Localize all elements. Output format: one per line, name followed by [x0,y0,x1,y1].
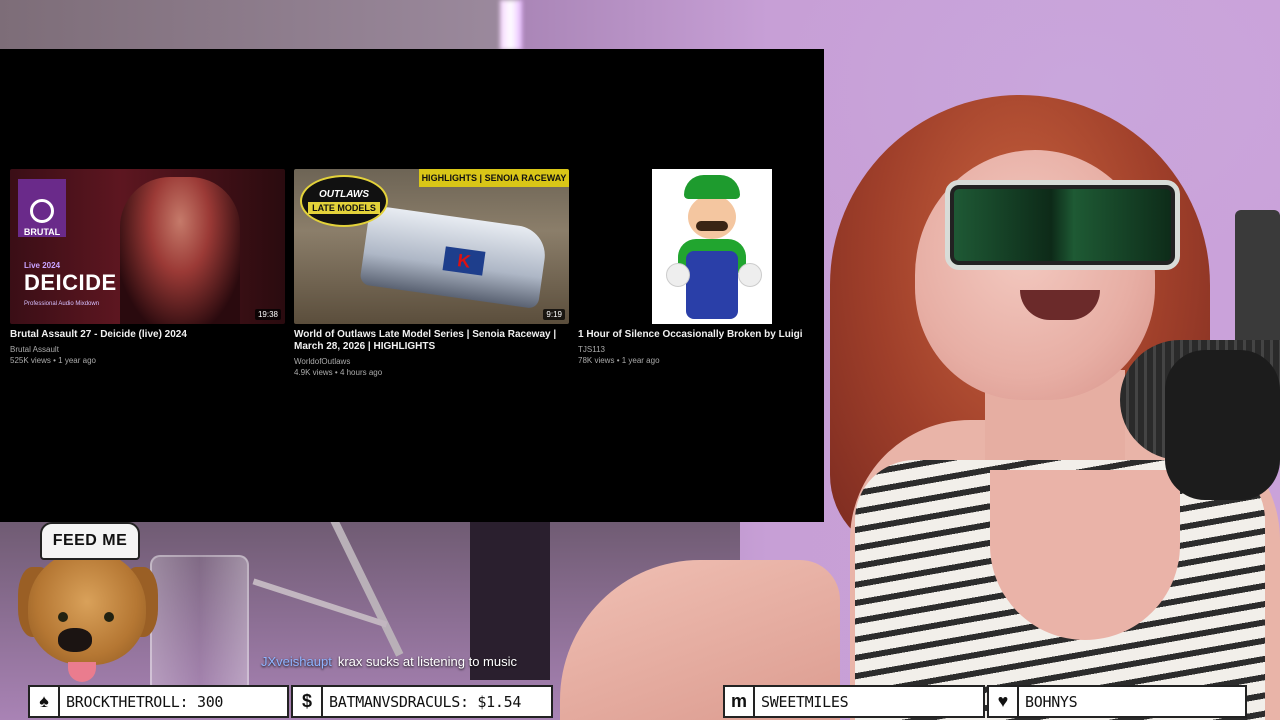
video-thumbnail[interactable]: BRUTAL Live 2024 DEICIDE Professional Au… [10,169,285,324]
video-card[interactable]: K HIGHLIGHTS | SENOIA RACEWAY OUTLAWS LA… [294,169,569,377]
luigi-overalls [686,251,738,319]
video-title[interactable]: 1 Hour of Silence Occasionally Broken by… [578,329,824,341]
dog-eye [58,612,68,622]
video-meta: 4.9K views • 4 hours ago [294,368,383,377]
video-channel[interactable]: Brutal Assault [10,345,285,354]
spade-icon: ♠ [30,687,60,716]
logo-text: BRUTAL [23,227,61,237]
video-title[interactable]: Brutal Assault 27 - Deicide (live) 2024 [10,329,285,341]
video-views: 78K views [578,356,615,365]
black-glove [1165,350,1280,500]
alert-bar-top-bits: ♠ BROCKTHETROLL: 300 [28,685,289,718]
badge-top: OUTLAWS [319,188,369,200]
video-channel[interactable]: TJS113 [578,345,824,354]
badge-bottom: LATE MODELS [308,201,380,214]
recommended-videos: BRUTAL Live 2024 DEICIDE Professional Au… [10,169,824,389]
alert-text: SWEETMILES [761,692,849,711]
video-views: 525K views [10,356,51,365]
luigi-hat [684,175,740,199]
video-meta: 78K views • 1 year ago [578,356,660,365]
alert-text: BATMANVSDRACULS: $1.54 [329,692,522,711]
video-age: 4 hours ago [339,368,383,377]
video-thumbnail[interactable] [578,169,824,324]
heart-icon: ♥ [989,687,1019,716]
glass-jar [150,555,249,694]
dog-head [28,550,146,682]
led-light-strip [500,0,522,50]
video-duration: 9:19 [543,309,565,320]
thumbnail-singer [120,177,240,324]
brutal-assault-logo: BRUTAL [18,179,66,237]
luigi-image [652,169,772,324]
m-logo-icon: m [725,687,755,716]
video-title[interactable]: World of Outlaws Late Model Series | Sen… [294,329,569,353]
alert-bar-top-donation: $ BATMANVSDRACULS: $1.54 [291,685,553,718]
chat-text: krax sucks at listening to music [337,654,518,669]
outlaws-logo: OUTLAWS LATE MODELS [300,175,388,227]
thumbnail-banner: HIGHLIGHTS | SENOIA RACEWAY [419,169,569,187]
video-card[interactable]: 1 Hour of Silence Occasionally Broken by… [578,169,824,365]
luigi-glove [666,263,690,287]
thumbnail-year: Live 2024 [24,261,61,270]
room-wall [0,0,520,50]
alert-bar-latest-member: m SWEETMILES [723,685,985,718]
video-meta: 525K views • 1 year ago [10,356,96,365]
luigi-glove [738,263,762,287]
dog-emote: FEED ME [18,522,158,682]
video-card[interactable]: BRUTAL Live 2024 DEICIDE Professional Au… [10,169,285,365]
dog-hat-label: FEED ME [40,522,140,560]
video-duration: 19:38 [254,309,281,320]
alert-text: BOHNYS [1025,692,1078,711]
video-age: 1 year ago [621,356,660,365]
youtube-video-panel: BRUTAL Live 2024 DEICIDE Professional Au… [0,49,824,522]
sunglasses [945,180,1180,270]
video-views: 4.9K views [294,368,333,377]
video-age: 1 year ago [58,356,96,365]
video-thumbnail[interactable]: K HIGHLIGHTS | SENOIA RACEWAY OUTLAWS LA… [294,169,569,324]
video-channel[interactable]: WorldofOutlaws [294,357,569,366]
dog-nose [58,628,92,652]
mic-stand [1235,210,1280,350]
alert-bar-latest-follower: ♥ BOHNYS [987,685,1247,718]
thumbnail-subtitle: Professional Audio Mixdown [24,301,100,307]
dog-eye [104,612,114,622]
chat-username[interactable]: JXveishaupt [261,654,332,669]
thumbnail-band: DEICIDE [24,270,117,295]
luigi-mustache [696,221,728,231]
logo-mark-icon [30,199,54,223]
luigi-face [688,195,736,239]
chat-message: JXveishaupt krax sucks at listening to mu… [261,654,517,669]
alert-text: BROCKTHETROLL: 300 [66,692,224,711]
dollar-icon: $ [293,687,323,716]
